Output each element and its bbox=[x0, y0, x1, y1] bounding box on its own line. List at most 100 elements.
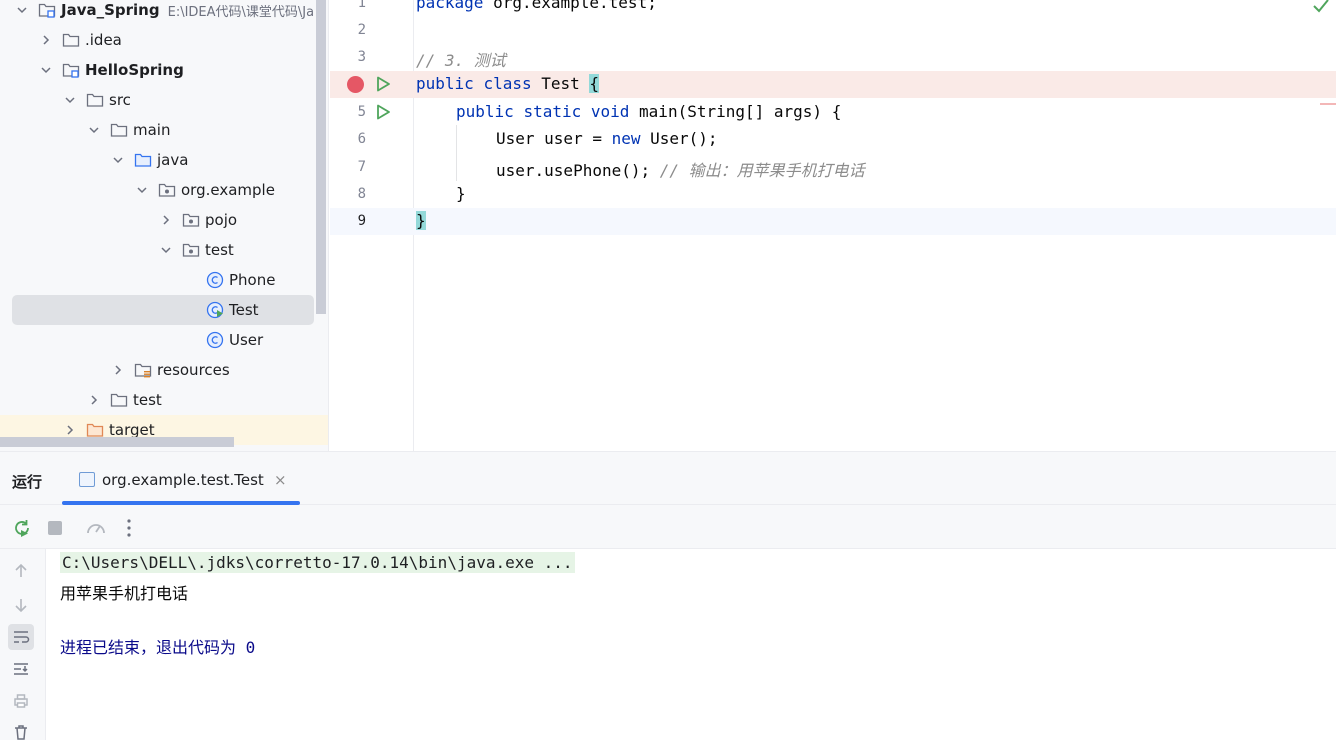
resources-folder-icon bbox=[134, 362, 152, 378]
tree-row-src[interactable]: src bbox=[0, 85, 315, 115]
keyword: class bbox=[483, 74, 532, 93]
code-line-6[interactable]: 6 User user = new User(); bbox=[330, 126, 1336, 153]
run-tab[interactable]: org.example.test.Test × bbox=[62, 452, 300, 505]
tree-row-pojo[interactable]: pojo bbox=[0, 205, 315, 235]
code-line-2[interactable]: 2 bbox=[330, 17, 1336, 44]
code-text[interactable]: package org.example.test; bbox=[416, 0, 657, 12]
stop-button[interactable] bbox=[44, 517, 66, 539]
chevron-right-icon[interactable] bbox=[110, 362, 126, 378]
line-number: 9 bbox=[357, 213, 366, 229]
folder-icon bbox=[62, 32, 80, 48]
console-side-toolbar bbox=[0, 549, 46, 740]
console-output-line: 用苹果手机打电话 bbox=[60, 584, 189, 603]
tree-label: src bbox=[109, 91, 131, 109]
error-stripe-marker[interactable] bbox=[1320, 103, 1336, 105]
profiler-button[interactable] bbox=[85, 517, 107, 539]
tree-row-user[interactable]: User bbox=[0, 325, 315, 355]
chevron-down-icon[interactable] bbox=[38, 62, 54, 78]
chevron-right-icon[interactable] bbox=[86, 392, 102, 408]
tree-path: E:\IDEA代码\课堂代码\Ja bbox=[167, 4, 315, 20]
matched-brace: } bbox=[416, 211, 426, 230]
code-fragment: org.example.test; bbox=[483, 0, 657, 12]
code-line-1[interactable]: 1 package org.example.test; bbox=[330, 0, 1336, 17]
tree-label: HelloSpring bbox=[85, 61, 184, 79]
tree-row-org-example[interactable]: org.example bbox=[0, 175, 315, 205]
console-command-line[interactable]: C:\Users\DELL\.jdks\corretto-17.0.14\bin… bbox=[60, 552, 575, 573]
stop-icon bbox=[48, 521, 62, 535]
tree-row-resources[interactable]: resources bbox=[0, 355, 315, 385]
code-line-5[interactable]: 5 public static void main(String[] args)… bbox=[330, 99, 1336, 126]
rerun-button[interactable] bbox=[11, 517, 33, 539]
line-number: 6 bbox=[357, 131, 366, 147]
soft-wrap-icon bbox=[14, 631, 30, 643]
horizontal-scrollbar[interactable] bbox=[0, 437, 234, 447]
run-toolbar bbox=[0, 505, 1336, 549]
code-text[interactable]: } bbox=[416, 211, 426, 230]
code-text[interactable]: public static void main(String[] args) { bbox=[456, 102, 841, 121]
soft-wrap-button[interactable] bbox=[8, 624, 34, 650]
code-line-4[interactable]: public class Test { bbox=[330, 71, 1336, 98]
tree-label: test bbox=[133, 391, 162, 409]
code-text[interactable]: user.usePhone(); // 输出：用苹果手机打电话 bbox=[496, 157, 865, 181]
scroll-down-button[interactable] bbox=[8, 592, 34, 618]
code-line-9[interactable]: 9 } bbox=[330, 208, 1336, 235]
scroll-up-button[interactable] bbox=[8, 558, 34, 584]
breakpoint-icon[interactable] bbox=[347, 76, 364, 93]
tree-row-hellospring[interactable]: HelloSpring bbox=[0, 55, 315, 85]
code-text[interactable]: public class Test { bbox=[416, 74, 600, 93]
code-comment: // 3. 测试 bbox=[416, 51, 506, 70]
chevron-right-icon[interactable] bbox=[158, 212, 174, 228]
chevron-down-icon[interactable] bbox=[14, 2, 30, 18]
excluded-folder-icon bbox=[86, 422, 104, 438]
scroll-to-end-button[interactable] bbox=[8, 656, 34, 682]
class-icon bbox=[206, 271, 224, 289]
line-number: 2 bbox=[357, 22, 366, 38]
tree-label: Phone bbox=[229, 271, 276, 289]
run-tab-label: org.example.test.Test bbox=[102, 471, 264, 489]
package-icon bbox=[182, 242, 200, 258]
tree-row-main[interactable]: main bbox=[0, 115, 315, 145]
code-line-3[interactable]: 3 // 3. 测试 bbox=[330, 44, 1336, 71]
line-number: 1 bbox=[357, 0, 366, 11]
clear-console-button[interactable] bbox=[8, 719, 34, 740]
package-icon bbox=[182, 212, 200, 228]
tree-row-test-class[interactable]: Test bbox=[12, 295, 314, 325]
code-editor[interactable]: 1 package org.example.test; 2 3 // 3. 测试… bbox=[330, 0, 1336, 451]
speedometer-icon bbox=[87, 524, 105, 534]
code-fragment: User user = bbox=[496, 129, 612, 148]
keyword: public bbox=[456, 102, 514, 121]
console-output[interactable]: C:\Users\DELL\.jdks\corretto-17.0.14\bin… bbox=[46, 549, 1336, 740]
code-fragment: main(String[] args) { bbox=[629, 102, 842, 121]
check-icon[interactable] bbox=[1312, 0, 1330, 14]
run-tool-window: 运行 org.example.test.Test × C:\Users\DELL… bbox=[0, 451, 1336, 740]
chevron-down-icon[interactable] bbox=[86, 122, 102, 138]
print-button[interactable] bbox=[8, 688, 34, 714]
printer-icon bbox=[14, 694, 28, 708]
run-icon[interactable] bbox=[374, 75, 392, 93]
tree-row-java[interactable]: java bbox=[0, 145, 315, 175]
tree-row-phone[interactable]: Phone bbox=[0, 265, 315, 295]
tree-label: test bbox=[205, 241, 234, 259]
tree-row-test-package[interactable]: test bbox=[0, 235, 315, 265]
chevron-down-icon[interactable] bbox=[62, 92, 78, 108]
chevron-right-icon[interactable] bbox=[38, 32, 54, 48]
chevron-down-icon[interactable] bbox=[110, 152, 126, 168]
close-icon[interactable]: × bbox=[274, 471, 287, 489]
more-vertical-icon bbox=[127, 519, 131, 537]
tree-label: .idea bbox=[85, 31, 122, 49]
chevron-down-icon[interactable] bbox=[158, 242, 174, 258]
chevron-right-icon[interactable] bbox=[62, 422, 78, 438]
tree-row-root[interactable]: Java_Spring E:\IDEA代码\课堂代码\Ja bbox=[0, 0, 315, 25]
run-icon[interactable] bbox=[374, 103, 392, 121]
keyword: public bbox=[416, 74, 474, 93]
more-options-button[interactable] bbox=[118, 517, 140, 539]
code-text[interactable]: User user = new User(); bbox=[496, 129, 718, 148]
tree-row-test-folder[interactable]: test bbox=[0, 385, 315, 415]
keyword: package bbox=[416, 0, 484, 12]
vertical-scrollbar[interactable] bbox=[316, 0, 326, 314]
tree-row-idea[interactable]: .idea bbox=[0, 25, 315, 55]
package-icon bbox=[158, 182, 176, 198]
code-line-8[interactable]: 8 } bbox=[330, 181, 1336, 208]
code-line-7[interactable]: 7 user.usePhone(); // 输出：用苹果手机打电话 bbox=[330, 154, 1336, 181]
chevron-down-icon[interactable] bbox=[134, 182, 150, 198]
